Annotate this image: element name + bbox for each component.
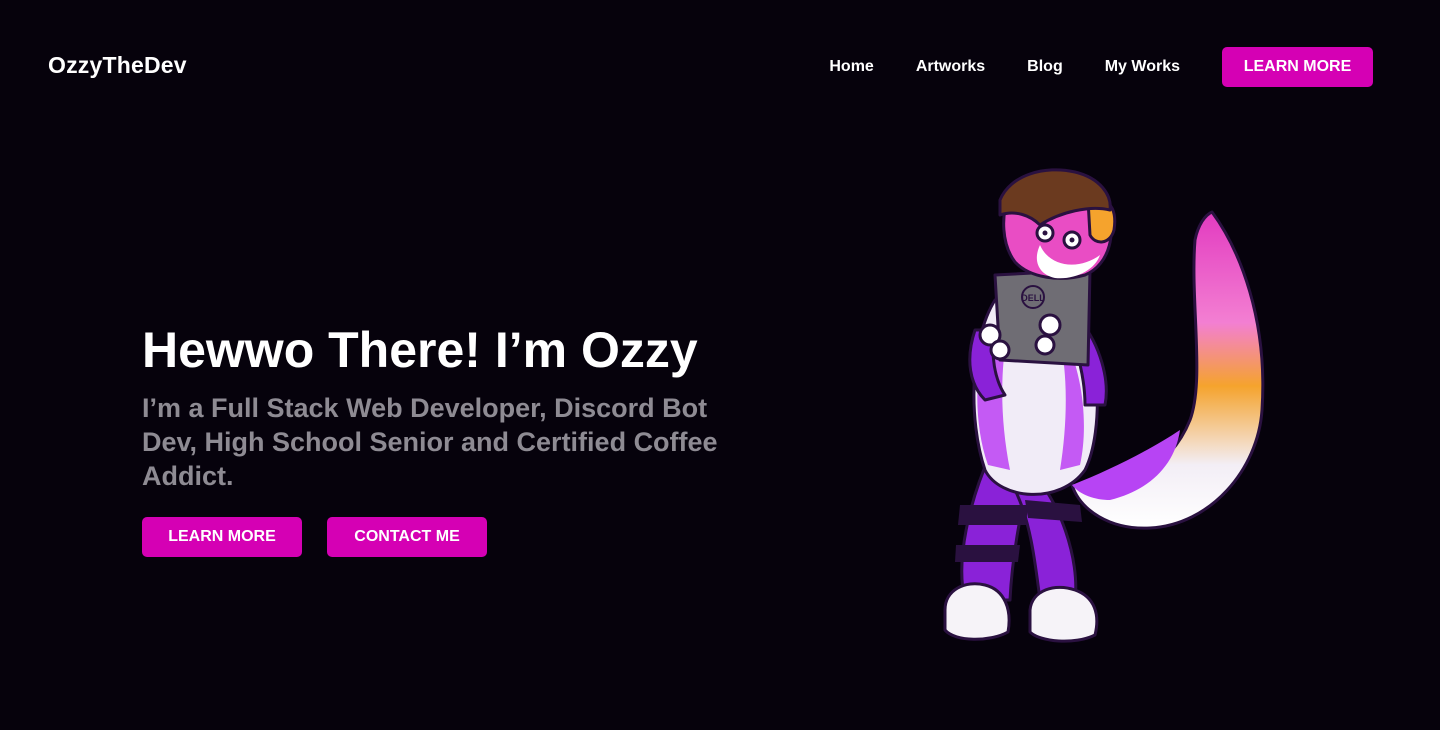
hero-subtitle: I’m a Full Stack Web Developer, Discord … — [142, 393, 718, 491]
nav-blog[interactable]: Blog — [1027, 47, 1063, 87]
left-foot — [943, 582, 1011, 641]
main-nav: Home Artworks Blog My Works LEARN MORE — [829, 47, 1373, 87]
hero-learn-more-button[interactable]: LEARN MORE — [142, 517, 302, 557]
nav-my-works[interactable]: My Works — [1105, 47, 1180, 87]
mascot-illustration: DELL — [943, 168, 1265, 643]
right-foot — [1028, 585, 1099, 643]
hero-actions: LEARN MORE CONTACT ME — [142, 517, 487, 557]
laptop-logo-text: DELL — [1021, 293, 1045, 303]
header-learn-more-button[interactable]: LEARN MORE — [1222, 47, 1373, 87]
hero-title: Hewwo There! I’m Ozzy — [142, 322, 698, 378]
nav-home[interactable]: Home — [829, 47, 873, 87]
brand-logo[interactable]: OzzyTheDev — [48, 52, 187, 79]
contact-me-button[interactable]: CONTACT ME — [327, 517, 487, 557]
nav-artworks[interactable]: Artworks — [916, 47, 985, 87]
